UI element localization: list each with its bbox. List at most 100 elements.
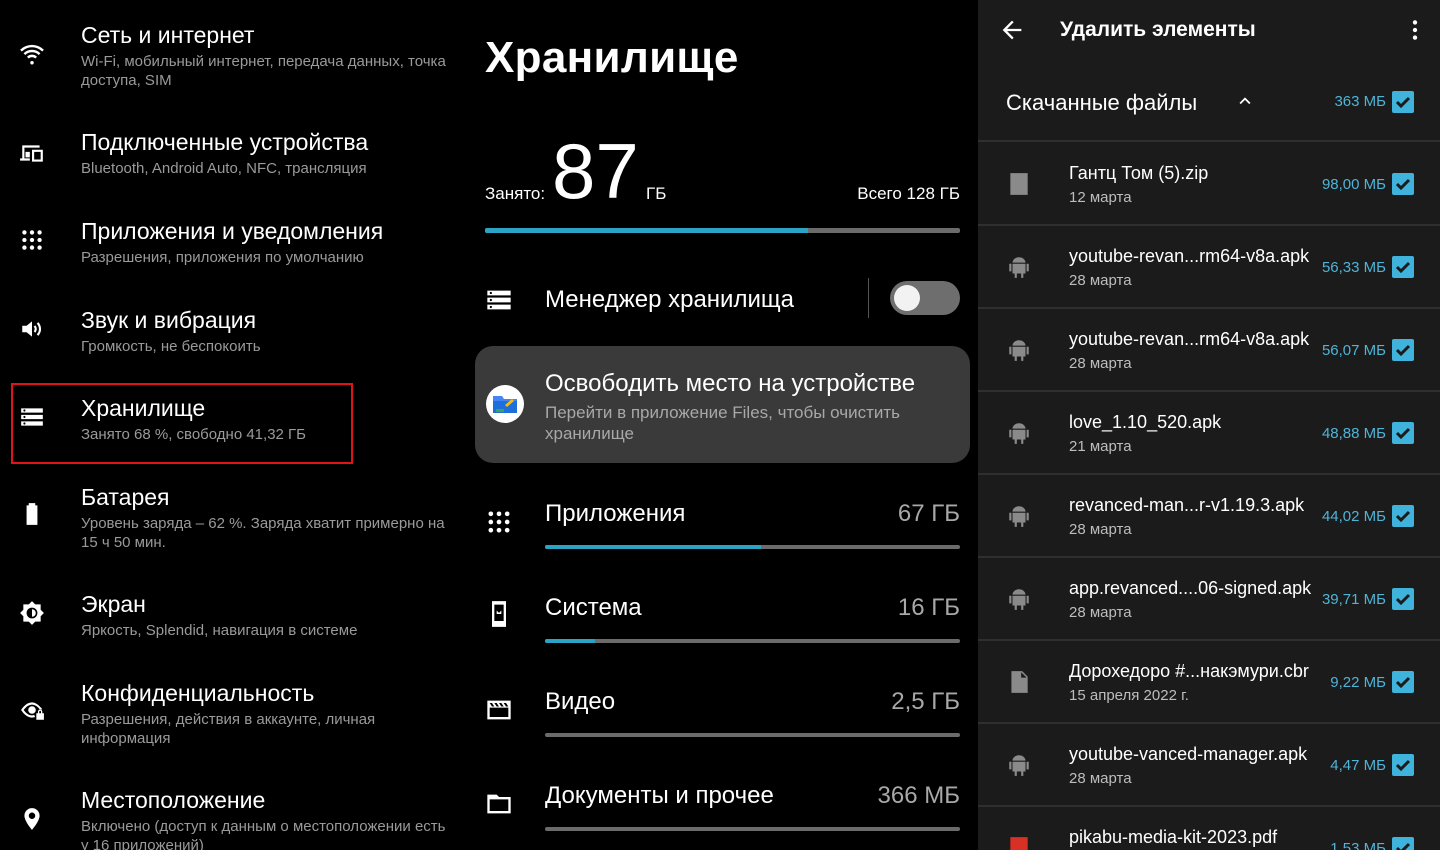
wifi-icon <box>16 38 48 70</box>
file-checkbox[interactable] <box>1392 588 1414 610</box>
settings-item-subtitle: Громкость, не беспокоить <box>81 338 261 355</box>
storage-manager-row[interactable]: Менеджер хранилища <box>462 276 978 324</box>
storage-manager-toggle[interactable] <box>890 281 960 315</box>
page-title: Хранилище <box>485 33 739 82</box>
file-checkbox[interactable] <box>1392 505 1414 527</box>
group-title: Скачанные файлы <box>1006 90 1198 115</box>
settings-item-connected-devices[interactable]: Подключенные устройства Bluetooth, Andro… <box>0 125 462 185</box>
file-checkbox[interactable] <box>1392 422 1414 444</box>
pdf-file-icon <box>1006 835 1032 850</box>
volume-icon <box>16 313 48 345</box>
group-checkbox[interactable] <box>1392 91 1414 113</box>
toggle-knob <box>894 285 920 311</box>
file-checkbox[interactable] <box>1392 837 1414 850</box>
file-size: 56,33 МБ <box>1321 259 1386 276</box>
settings-item-title: Местоположение <box>81 787 266 813</box>
settings-item-display[interactable]: Экран Яркость, Splendid, навигация в сис… <box>0 587 462 647</box>
category-video[interactable]: Видео 2,5 ГБ <box>462 678 978 748</box>
settings-panel: Сеть и интернет Wi-Fi, мобильный интерне… <box>0 0 462 850</box>
file-row[interactable]: Дорохедоро #...накэмури.cbr 15 апреля 20… <box>978 641 1440 724</box>
file-date: 21 марта <box>1069 438 1132 455</box>
file-size: 1,53 МБ <box>1330 840 1386 850</box>
battery-icon <box>16 498 48 530</box>
category-label: Документы и прочее <box>545 782 774 809</box>
android-icon <box>1006 586 1032 612</box>
file-row[interactable]: youtube-revan...rm64-v8a.apk 28 марта 56… <box>978 226 1440 309</box>
file-size: 98,00 МБ <box>1321 176 1386 193</box>
android-icon <box>1006 420 1032 446</box>
settings-item-title: Приложения и уведомления <box>81 218 384 244</box>
file-size: 9,22 МБ <box>1330 674 1386 691</box>
file-checkbox[interactable] <box>1392 173 1414 195</box>
category-usage-bar <box>545 827 960 831</box>
free-up-space-card[interactable]: Освободить место на устройстве Перейти в… <box>475 346 970 463</box>
file-row[interactable]: youtube-revan...rm64-v8a.apk 28 марта 56… <box>978 309 1440 392</box>
file-row[interactable]: Гантц Том (5).zip 12 марта 98,00 МБ <box>978 143 1440 226</box>
file-date: 12 марта <box>1069 189 1132 206</box>
file-row[interactable]: pikabu-media-kit-2023.pdf 1,53 МБ <box>978 807 1440 850</box>
android-icon <box>1006 337 1032 363</box>
file-checkbox[interactable] <box>1392 671 1414 693</box>
file-name: revanced-man...r-v1.19.3.apk <box>1069 495 1305 515</box>
used-label: Занято: <box>485 184 546 203</box>
settings-item-subtitle: Разрешения, приложения по умолчанию <box>81 249 364 266</box>
category-system[interactable]: Система 16 ГБ <box>462 584 978 654</box>
downloads-group-header[interactable]: Скачанные файлы 363 МБ <box>978 62 1440 142</box>
free-up-subtitle: Перейти в приложение Files, чтобы очисти… <box>545 403 901 443</box>
settings-item-subtitle: Bluetooth, Android Auto, NFC, трансляция <box>81 160 367 177</box>
storage-panel: Хранилище Занято: 87 ГБ Всего 128 ГБ Мен… <box>462 0 978 850</box>
settings-item-network[interactable]: Сеть и интернет Wi-Fi, мобильный интерне… <box>0 18 462 98</box>
settings-item-privacy[interactable]: Конфиденциальность Разрешения, действия … <box>0 676 462 756</box>
file-row[interactable]: revanced-man...r-v1.19.3.apk 28 марта 44… <box>978 475 1440 558</box>
settings-item-battery[interactable]: Батарея Уровень заряда – 62 %. Заряда хв… <box>0 480 462 560</box>
folder-icon <box>485 790 513 818</box>
settings-item-subtitle: Уровень заряда – 62 %. Заряда хватит при… <box>81 515 445 551</box>
file-row[interactable]: youtube-vanced-manager.apk 28 марта 4,47… <box>978 724 1440 807</box>
file-checkbox[interactable] <box>1392 339 1414 361</box>
file-checkbox[interactable] <box>1392 256 1414 278</box>
category-apps[interactable]: Приложения 67 ГБ <box>462 490 978 560</box>
file-date: 28 марта <box>1069 521 1132 538</box>
more-options-icon[interactable] <box>1402 16 1428 44</box>
category-usage-bar <box>545 545 960 549</box>
category-usage-bar <box>545 733 960 737</box>
android-icon <box>1006 752 1032 778</box>
file-row[interactable]: love_1.10_520.apk 21 марта 48,88 МБ <box>978 392 1440 475</box>
document-file-icon <box>1006 669 1032 695</box>
file-size: 44,02 МБ <box>1321 508 1386 525</box>
file-name: Гантц Том (5).zip <box>1069 163 1209 183</box>
used-unit: ГБ <box>646 184 667 203</box>
privacy-eye-icon <box>16 694 48 726</box>
file-row[interactable]: app.revanced....06-signed.apk 28 марта 3… <box>978 558 1440 641</box>
category-size: 2,5 ГБ <box>891 688 960 715</box>
category-usage-bar-fill <box>545 639 595 643</box>
android-icon <box>1006 254 1032 280</box>
settings-item-subtitle: Яркость, Splendid, навигация в системе <box>81 622 358 639</box>
app-bar: Удалить элементы <box>978 0 1440 62</box>
apps-grid-icon <box>16 224 48 256</box>
file-checkbox[interactable] <box>1392 754 1414 776</box>
android-icon <box>1006 503 1032 529</box>
file-name: pikabu-media-kit-2023.pdf <box>1069 827 1278 847</box>
category-label: Система <box>545 594 642 621</box>
page-title: Удалить элементы <box>1060 18 1256 41</box>
file-name: youtube-revan...rm64-v8a.apk <box>1069 246 1310 266</box>
brightness-icon <box>16 597 48 629</box>
devices-icon <box>16 137 48 169</box>
storage-usage-bar-fill <box>485 228 808 233</box>
file-name: Дорохедоро #...накэмури.cbr <box>1069 661 1309 681</box>
settings-item-apps[interactable]: Приложения и уведомления Разрешения, при… <box>0 214 462 274</box>
back-arrow-icon[interactable] <box>998 16 1026 44</box>
file-name: app.revanced....06-signed.apk <box>1069 578 1312 598</box>
chevron-up-icon[interactable] <box>1234 90 1256 112</box>
settings-item-sound[interactable]: Звук и вибрация Громкость, не беспокоить <box>0 303 462 363</box>
file-size: 48,88 МБ <box>1321 425 1386 442</box>
used-value: 87 <box>552 127 639 215</box>
file-size: 4,47 МБ <box>1330 757 1386 774</box>
files-app-icon <box>486 385 524 423</box>
category-documents[interactable]: Документы и прочее 366 МБ <box>462 772 978 842</box>
category-size: 16 ГБ <box>897 594 960 621</box>
file-date: 28 марта <box>1069 355 1132 372</box>
settings-item-location[interactable]: Местоположение Включено (доступ к данным… <box>0 783 462 850</box>
video-clapper-icon <box>485 696 513 724</box>
